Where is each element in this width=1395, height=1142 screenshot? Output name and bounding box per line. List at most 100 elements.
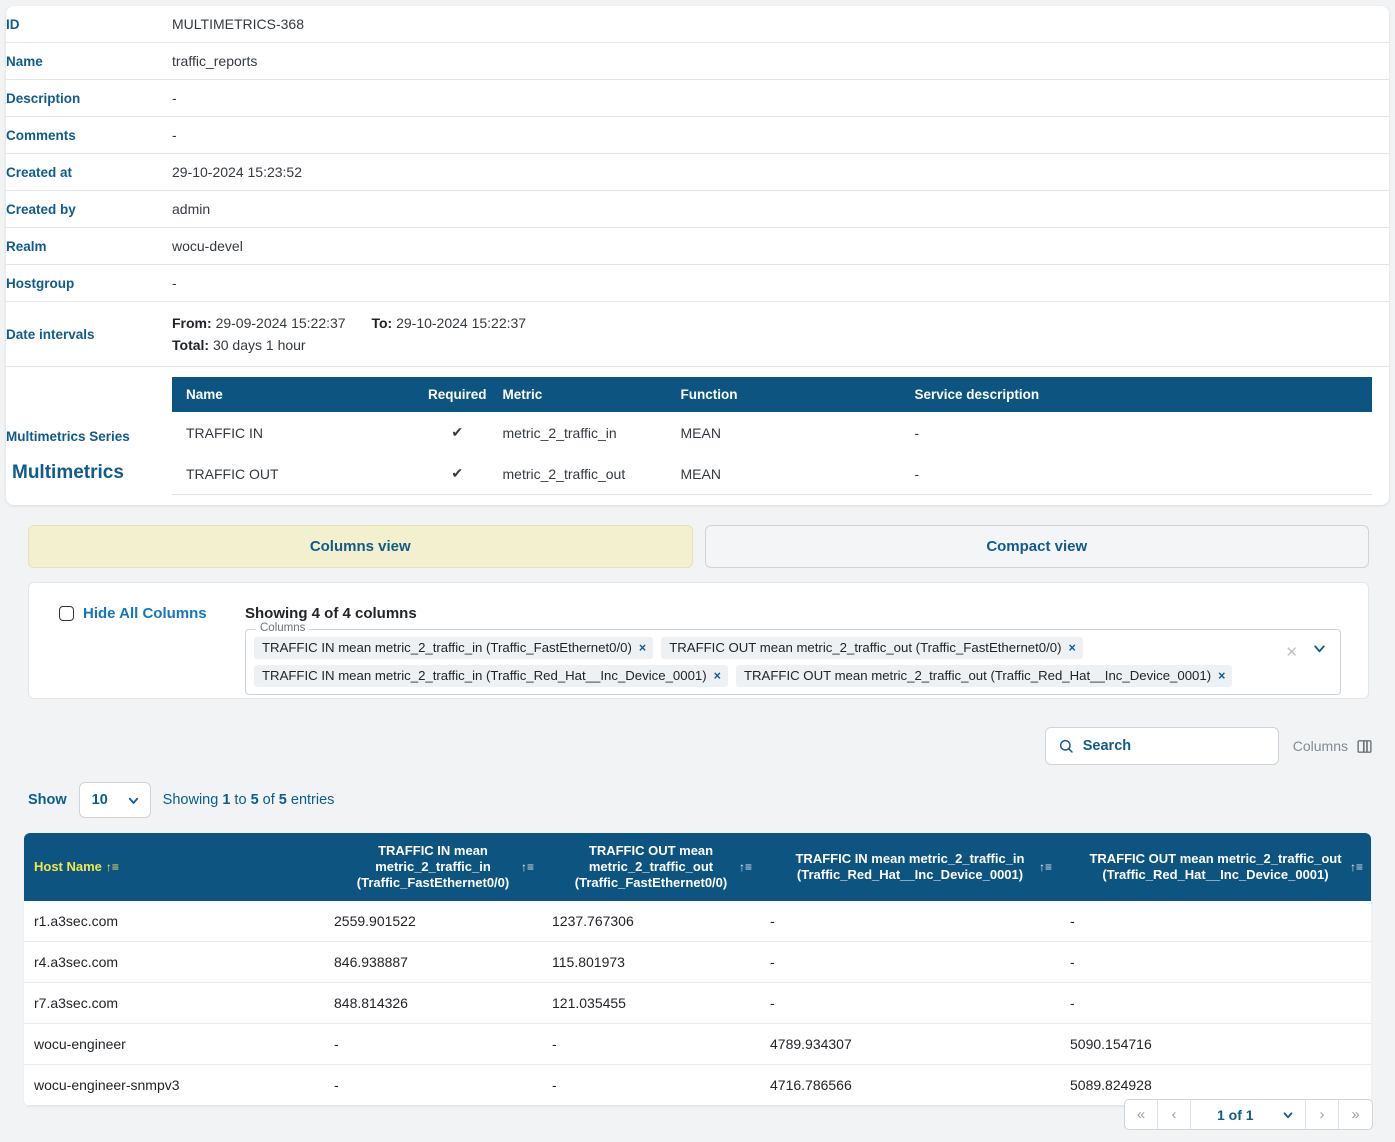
multimetric-detail-card: ID MULTIMETRICS-368 Name traffic_reports…	[6, 6, 1389, 505]
series-cell-function: MEAN	[680, 424, 721, 441]
cell-traffic-in-fe: 2559.901522	[324, 901, 542, 942]
to-label: To:	[371, 315, 393, 331]
next-page-button[interactable]: ›	[1306, 1100, 1339, 1129]
table-row: wocu-engineer - - 4789.934307 5090.15471…	[24, 1023, 1371, 1065]
series-table: Name Required Metric Function Service de…	[172, 377, 1372, 495]
cell-traffic-out-rh: -	[1060, 982, 1371, 1024]
cell-traffic-in-fe: -	[324, 1023, 542, 1065]
columns-button-label: Columns	[1292, 738, 1348, 754]
column-header-traffic-in-red-hat[interactable]: TRAFFIC IN mean metric_2_traffic_in (Tra…	[760, 833, 1060, 901]
from-value: 29-09-2024 15:22:37	[215, 315, 346, 331]
header-line-1: TRAFFIC OUT mean	[588, 843, 714, 858]
chip-remove-icon[interactable]: ×	[639, 641, 646, 655]
entries-info-mid2: of	[258, 792, 279, 808]
column-chip-label: TRAFFIC IN mean metric_2_traffic_in (Tra…	[262, 668, 707, 683]
column-chip[interactable]: TRAFFIC OUT mean metric_2_traffic_out (T…	[661, 637, 1083, 659]
columns-multiselect[interactable]: Columns TRAFFIC IN mean metric_2_traffic…	[245, 622, 1341, 695]
cell-host-name: wocu-engineer-snmpv3	[24, 1064, 324, 1106]
columns-view-button[interactable]: Columns view	[28, 525, 693, 568]
cell-traffic-out-fe: 1237.767306	[542, 901, 760, 942]
cell-host-name: wocu-engineer	[24, 1023, 324, 1065]
column-header-traffic-in-fastethernet[interactable]: TRAFFIC IN mean metric_2_traffic_in (Tra…	[324, 833, 542, 901]
cell-traffic-out-fe: 121.035455	[542, 982, 760, 1024]
hide-all-columns-checkbox[interactable]	[59, 606, 74, 621]
previous-page-button[interactable]: ‹	[1158, 1100, 1191, 1129]
search-input-wrapper[interactable]: Search	[1044, 727, 1279, 765]
chip-remove-icon[interactable]: ×	[714, 669, 721, 683]
page-size-value: 10	[91, 792, 108, 808]
column-chip-label: TRAFFIC OUT mean metric_2_traffic_out (T…	[743, 668, 1212, 683]
columns-multiselect-area: Showing 4 of 4 columns Columns TRAFFIC I…	[245, 583, 1341, 695]
columns-layout-icon	[1356, 738, 1373, 755]
detail-label-description: Description	[6, 79, 172, 117]
cell-host-name: r4.a3sec.com	[24, 941, 324, 983]
series-row: TRAFFIC IN ✔ metric_2_traffic_in MEAN -	[172, 412, 1372, 453]
header-line-2: metric_2_traffic_out	[588, 859, 714, 874]
detail-row-date-intervals: Date intervals From: 29-09-2024 15:22:37…	[6, 301, 1389, 367]
first-page-button[interactable]: «	[1125, 1100, 1158, 1129]
detail-value-comments: -	[172, 116, 1389, 154]
header-line-1: TRAFFIC IN mean metric_2_traffic_in	[795, 851, 1025, 866]
sort-icon[interactable]: ↑≡	[1350, 859, 1363, 875]
columns-toggle-button[interactable]: Columns	[1293, 738, 1373, 755]
cell-traffic-in-fe: -	[324, 1064, 542, 1106]
cell-traffic-in-rh: -	[760, 901, 1060, 942]
detail-row-name: Name traffic_reports	[6, 42, 1389, 80]
column-header-host-name[interactable]: Host Name ↑≡	[24, 833, 324, 901]
chevron-down-icon	[1281, 1108, 1295, 1122]
multimetrics-data-table-wrapper: Host Name ↑≡ TRAFFIC IN mean metric_2_tra…	[24, 833, 1371, 1106]
page-select[interactable]: 1 of 1	[1191, 1100, 1306, 1129]
entries-info-to: 5	[250, 792, 259, 808]
sort-icon[interactable]: ↑≡	[521, 859, 534, 875]
column-header-traffic-out-fastethernet[interactable]: TRAFFIC OUT mean metric_2_traffic_out (T…	[542, 833, 760, 901]
chip-remove-icon[interactable]: ×	[1218, 669, 1225, 683]
column-chip[interactable]: TRAFFIC IN mean metric_2_traffic_in (Tra…	[254, 637, 654, 659]
detail-value-id: MULTIMETRICS-368	[172, 6, 1389, 43]
series-header-required: Required	[420, 377, 495, 412]
page-title: Multimetrics	[12, 462, 124, 483]
detail-row-id: ID MULTIMETRICS-368	[6, 6, 1389, 43]
to-value: 29-10-2024 15:22:37	[396, 315, 527, 331]
hide-all-columns-control[interactable]: Hide All Columns	[29, 583, 245, 622]
from-label: From:	[172, 315, 212, 331]
column-header-traffic-out-red-hat[interactable]: TRAFFIC OUT mean metric_2_traffic_out (T…	[1060, 833, 1371, 901]
column-chip-label: TRAFFIC OUT mean metric_2_traffic_out (T…	[669, 640, 1062, 655]
sort-icon[interactable]: ↑≡	[1039, 859, 1052, 875]
last-page-button[interactable]: »	[1339, 1100, 1372, 1129]
column-chip[interactable]: TRAFFIC IN mean metric_2_traffic_in (Tra…	[254, 665, 728, 687]
column-chip[interactable]: TRAFFIC OUT mean metric_2_traffic_out (T…	[735, 665, 1233, 687]
detail-label-id: ID	[6, 6, 172, 43]
detail-label-multimetrics-series: Multimetrics Series	[6, 428, 130, 444]
series-check-icon: ✔	[420, 453, 495, 495]
cell-traffic-out-fe: -	[542, 1064, 760, 1106]
total-label: Total:	[172, 337, 210, 353]
chevron-down-icon[interactable]	[1311, 640, 1328, 657]
cell-traffic-in-fe: 848.814326	[324, 982, 542, 1024]
detail-row-created-by: Created by admin	[6, 190, 1389, 228]
columns-field-legend: Columns	[256, 622, 310, 634]
column-chip-label: TRAFFIC IN mean metric_2_traffic_in (Tra…	[262, 640, 632, 655]
detail-row-realm: Realm wocu-devel	[6, 227, 1389, 265]
columns-selector-panel: Hide All Columns Showing 4 of 4 columns …	[28, 582, 1369, 699]
table-row: r4.a3sec.com 846.938887 115.801973 - -	[24, 941, 1371, 983]
cell-traffic-out-fe: -	[542, 1023, 760, 1065]
clear-all-icon[interactable]: ✕	[1285, 643, 1298, 661]
chip-remove-icon[interactable]: ×	[1069, 641, 1076, 655]
series-cell-service-desc: -	[914, 424, 920, 441]
total-value: 30 days 1 hour	[212, 337, 306, 353]
series-header-service-desc: Service description	[906, 377, 1372, 412]
compact-view-button[interactable]: Compact view	[704, 525, 1369, 568]
show-label: Show	[28, 792, 67, 808]
cell-traffic-in-rh: -	[760, 982, 1060, 1024]
series-cell-function: MEAN	[672, 453, 907, 495]
header-line-1: TRAFFIC OUT mean metric_2_traffic_out	[1089, 851, 1342, 866]
date-interval-range: From: 29-09-2024 15:22:37 To: 29-10-2024…	[172, 312, 1389, 334]
detail-value-realm: wocu-devel	[172, 227, 1389, 265]
page-size-select[interactable]: 10	[78, 782, 151, 818]
sort-icon[interactable]: ↑≡	[739, 859, 752, 875]
series-header-row: Name Required Metric Function Service de…	[172, 377, 1372, 412]
table-row: r7.a3sec.com 848.814326 121.035455 - -	[24, 982, 1371, 1024]
cell-traffic-out-fe: 115.801973	[542, 941, 760, 983]
cell-traffic-in-fe: 846.938887	[324, 941, 542, 983]
detail-row-multimetrics-series: Multimetrics Series Name Required Metric…	[6, 367, 1389, 506]
